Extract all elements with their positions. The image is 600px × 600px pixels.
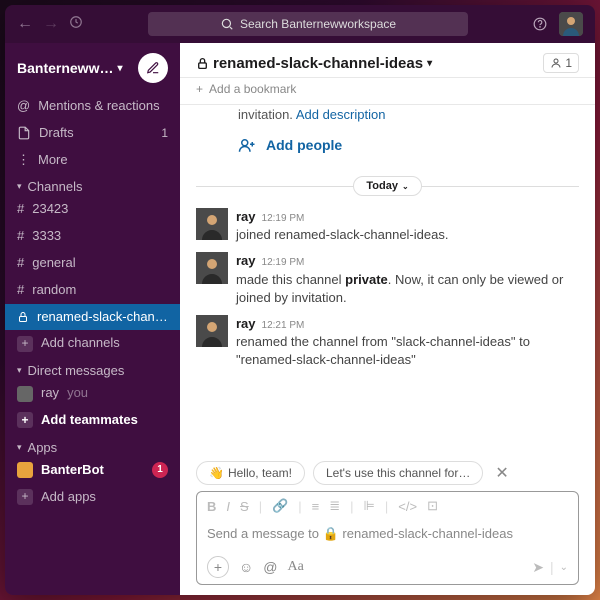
send-button[interactable]: ➤ — [532, 559, 544, 576]
add-bookmark[interactable]: + Add a bookmark — [180, 78, 595, 105]
message-user[interactable]: ray — [236, 208, 256, 226]
emoji-icon[interactable]: ☺ — [239, 559, 253, 575]
code-icon[interactable]: </> — [398, 499, 417, 514]
person-icon — [550, 57, 562, 69]
channels-section[interactable]: ▾ Channels — [5, 173, 180, 196]
message-text: made this channel private. Now, it can o… — [236, 271, 579, 307]
forward-icon[interactable]: → — [43, 15, 59, 33]
top-bar: ← → Search Banternewworkspace — [5, 5, 595, 43]
channel-title[interactable]: renamed-slack-channel-ideas ▾ — [196, 55, 432, 72]
plus-icon: + — [17, 336, 33, 352]
main-content: renamed-slack-channel-ideas ▾ 1 + Add a … — [180, 43, 595, 595]
add-description-link[interactable]: Add description — [296, 107, 386, 122]
suggestions: 👋 Hello, team! Let's use this channel fo… — [196, 461, 579, 485]
strike-icon[interactable]: S — [240, 499, 249, 514]
apps-section[interactable]: ▾ Apps — [5, 434, 180, 457]
back-icon[interactable]: ← — [17, 15, 33, 33]
history-icon[interactable] — [69, 15, 83, 33]
mention-icon[interactable]: @ — [263, 559, 277, 575]
at-icon: @ — [17, 96, 30, 117]
caret-down-icon: ▾ — [17, 442, 22, 453]
message-avatar[interactable] — [196, 208, 228, 240]
suggestion-chip[interactable]: Let's use this channel for… — [313, 461, 483, 485]
search-placeholder: Search Banternewworkspace — [240, 17, 396, 31]
channel-item[interactable]: #general — [5, 250, 180, 277]
chevron-down-icon: ▾ — [427, 58, 432, 69]
lock-icon — [17, 311, 29, 323]
codeblock-icon[interactable]: ⊡ — [427, 498, 438, 514]
suggestion-chip[interactable]: 👋 Hello, team! — [196, 461, 305, 485]
workspace-switcher[interactable]: Banterneww… ▾ — [17, 60, 123, 76]
search-input[interactable]: Search Banternewworkspace — [148, 12, 468, 36]
dm-section[interactable]: ▾ Direct messages — [5, 357, 180, 380]
message-time: 12:21 PM — [262, 319, 305, 333]
italic-icon[interactable]: I — [226, 499, 230, 514]
members-button[interactable]: 1 — [543, 53, 579, 73]
link-icon[interactable]: 🔗 — [272, 498, 288, 514]
ol-icon[interactable]: ≡ — [312, 499, 320, 514]
channel-item[interactable]: #random — [5, 277, 180, 304]
app-badge: 1 — [152, 462, 168, 478]
app-icon — [17, 462, 33, 478]
chevron-down-icon: ⌄ — [402, 182, 409, 191]
sidebar-item-drafts[interactable]: Drafts 1 — [5, 120, 180, 147]
plus-icon: + — [196, 82, 203, 96]
dm-item[interactable]: ray you — [5, 380, 180, 407]
plus-icon: + — [17, 412, 33, 428]
caret-down-icon: ▾ — [17, 181, 22, 192]
caret-down-icon: ▾ — [17, 365, 22, 376]
compose-button[interactable] — [138, 53, 168, 83]
message: ray 12:19 PM joined renamed-slack-channel… — [196, 204, 579, 248]
user-avatar[interactable] — [559, 12, 583, 36]
add-people-button[interactable]: Add people — [196, 122, 579, 168]
format-toolbar: B I S | 🔗 | ≡ ≣ | ⊫ | </> ⊡ — [197, 492, 578, 520]
channel-intro: invitation. Add description — [196, 105, 579, 122]
drafts-count: 1 — [161, 124, 168, 143]
message-user[interactable]: ray — [236, 315, 256, 333]
send-options-icon[interactable]: ⌄ — [560, 562, 568, 573]
drafts-icon — [17, 126, 31, 140]
message-list: invitation. Add description Add people T… — [180, 105, 595, 461]
close-suggestions-icon[interactable]: ✕ — [491, 463, 512, 483]
channel-item[interactable]: #3333 — [5, 223, 180, 250]
sidebar-item-more[interactable]: ⋮ More — [5, 147, 180, 174]
add-teammates[interactable]: + Add teammates — [5, 407, 180, 434]
chevron-down-icon: ▾ — [117, 63, 122, 74]
date-divider: Today ⌄ — [196, 176, 579, 196]
bold-icon[interactable]: B — [207, 499, 216, 514]
message-avatar[interactable] — [196, 315, 228, 347]
message-user[interactable]: ray — [236, 252, 256, 270]
channel-item[interactable]: #23423 — [5, 196, 180, 223]
plus-icon: + — [17, 489, 33, 505]
format-icon[interactable]: Aa — [288, 559, 304, 575]
attach-button[interactable]: + — [207, 556, 229, 578]
blockquote-icon[interactable]: ⊫ — [364, 498, 375, 514]
sidebar: Banterneww… ▾ @ Mentions & reactions Dra… — [5, 43, 180, 595]
add-people-icon — [238, 136, 256, 154]
message-input[interactable]: Send a message to 🔒 renamed-slack-channe… — [197, 520, 578, 550]
more-icon: ⋮ — [17, 150, 30, 171]
ul-icon[interactable]: ≣ — [329, 498, 340, 514]
channel-header: renamed-slack-channel-ideas ▾ 1 — [180, 43, 595, 78]
message-text: joined renamed-slack-channel-ideas. — [236, 226, 579, 244]
message-text: renamed the channel from "slack-channel-… — [236, 333, 579, 369]
lock-icon — [196, 57, 209, 70]
sidebar-item-mentions[interactable]: @ Mentions & reactions — [5, 93, 180, 120]
date-divider-button[interactable]: Today ⌄ — [353, 176, 421, 196]
user-avatar-small — [17, 386, 33, 402]
add-channels[interactable]: + Add channels — [5, 330, 180, 357]
message: ray 12:21 PM renamed the channel from "sl… — [196, 311, 579, 374]
help-icon[interactable] — [533, 17, 547, 31]
message-avatar[interactable] — [196, 252, 228, 284]
add-apps[interactable]: + Add apps — [5, 484, 180, 511]
app-item[interactable]: BanterBot 1 — [5, 457, 180, 484]
message-time: 12:19 PM — [262, 212, 305, 226]
message: ray 12:19 PM made this channel private. N… — [196, 248, 579, 311]
channel-item-active[interactable]: renamed-slack-chan… — [5, 304, 180, 331]
message-composer: B I S | 🔗 | ≡ ≣ | ⊫ | </> ⊡ Send a — [196, 491, 579, 585]
message-time: 12:19 PM — [262, 256, 305, 270]
